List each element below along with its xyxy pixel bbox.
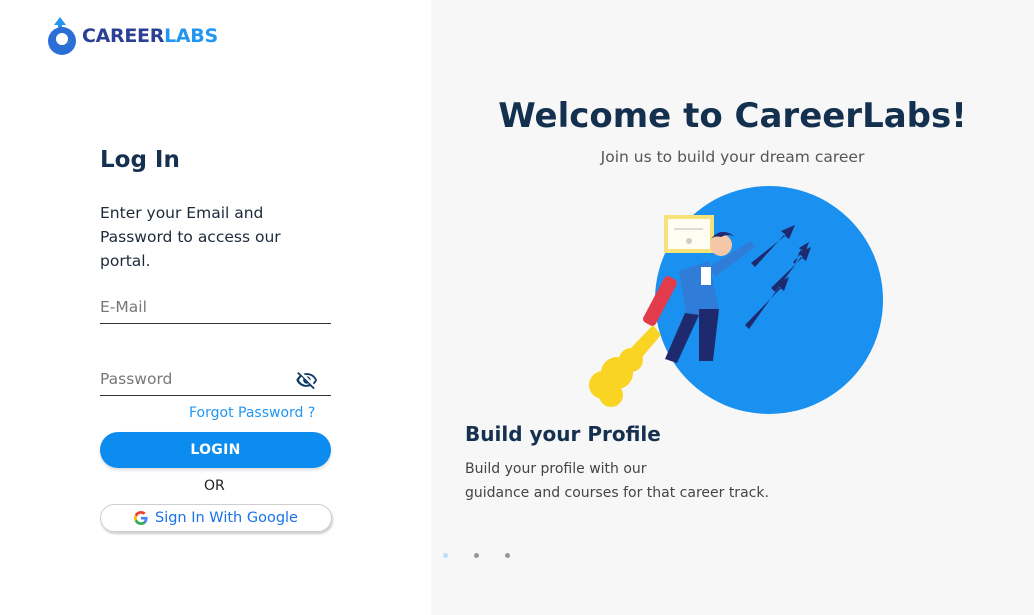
password-field-wrapper	[100, 369, 331, 396]
carousel-dot[interactable]	[443, 553, 448, 558]
carousel-dot[interactable]	[505, 553, 510, 558]
google-signin-button[interactable]: Sign In With Google	[100, 504, 332, 532]
google-signin-label: Sign In With Google	[155, 510, 298, 526]
slide-description-line2: guidance and courses for that career tra…	[465, 485, 769, 501]
brand-name-part1: CAREER	[82, 25, 165, 47]
login-button[interactable]: LOGIN	[100, 432, 331, 468]
carousel-dot[interactable]	[474, 553, 479, 558]
welcome-panel: Welcome to CareerLabs! Join us to build …	[431, 0, 1034, 615]
login-panel: CAREERLABS Log In Enter your Email and P…	[0, 0, 431, 615]
google-g-icon	[134, 511, 148, 525]
welcome-title: Welcome to CareerLabs!	[498, 96, 967, 136]
welcome-subtitle: Join us to build your dream career	[600, 148, 865, 166]
brand-name-part2: LABS	[164, 25, 218, 47]
rocket-drop-logo-icon	[48, 17, 76, 55]
slide-description-line1: Build your profile with our	[465, 461, 647, 477]
brand-name: CAREERLABS	[82, 25, 218, 47]
login-description: Enter your Email and Password to access …	[100, 204, 281, 270]
slide-description: Build your profile with our guidance and…	[465, 457, 795, 505]
email-field-wrapper	[100, 297, 331, 324]
jetpack-person-illustration	[589, 186, 883, 414]
carousel-dots	[443, 553, 510, 558]
forgot-password-link[interactable]: Forgot Password ?	[189, 405, 315, 421]
slide-title: Build your Profile	[465, 422, 661, 446]
or-separator: OR	[204, 478, 225, 494]
login-title: Log In	[100, 147, 180, 173]
email-input[interactable]	[100, 298, 331, 322]
eye-off-icon[interactable]	[295, 369, 319, 391]
careerlabs-logo[interactable]: CAREERLABS	[46, 15, 218, 57]
